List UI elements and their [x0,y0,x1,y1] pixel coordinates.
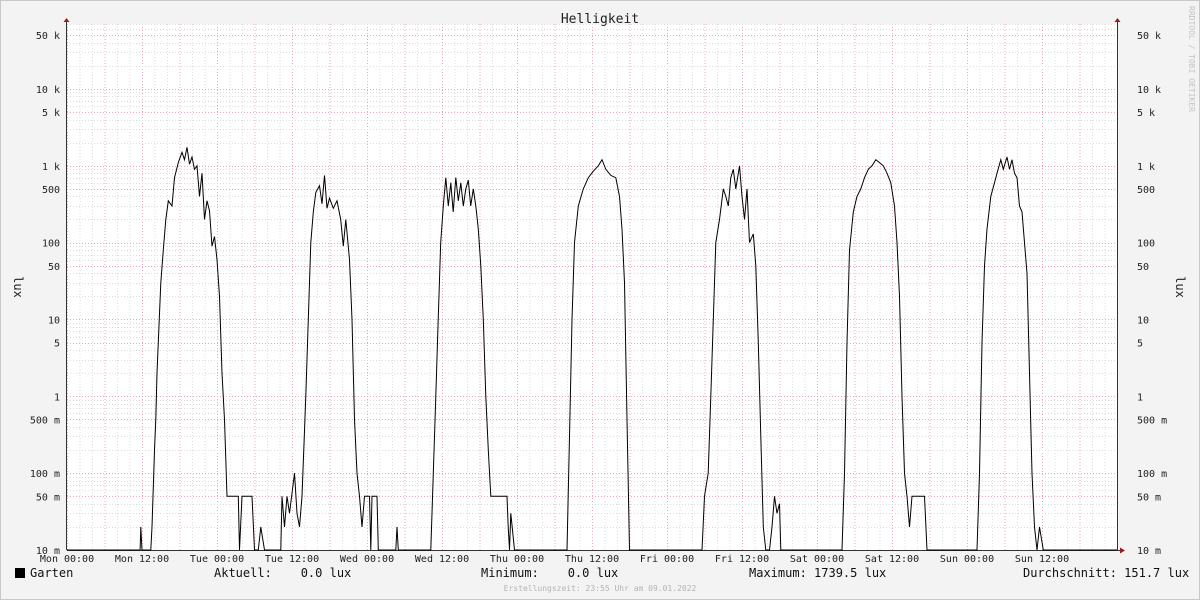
y-tick-label: 100 [1137,239,1155,250]
y-tick-label: 1 k [42,162,60,173]
stat-aktuell: Aktuell: 0.0 lux [214,566,352,580]
brightness-chart: 50 k 10 k 5 k 1 k 500 100 50 10 5 1 500 m 100 m 50 m… [0,0,1200,600]
y-tick-label: 5 k [42,108,60,119]
x-tick-label: Mon 12:00 [115,554,169,565]
y-tick-label: 100 [42,239,60,250]
x-tick-label: Thu 12:00 [565,554,619,565]
legend-item-garten: Garten [15,566,73,580]
stat-minimum: Minimum: 0.0 lux [481,566,619,580]
x-tick-label: Sun 12:00 [1015,554,1069,565]
y-tick-label: 1 [1137,392,1143,403]
y-tick-label: 10 k [36,85,60,96]
y-tick-label: 500 [1137,185,1155,196]
x-tick-label: Wed 00:00 [340,554,394,565]
y-tick-label: 100 m [1137,469,1167,480]
y-tick-label: 10 m [1137,546,1161,557]
y-tick-label: 50 k [1137,31,1161,42]
x-tick-label: Sun 00:00 [940,554,994,565]
x-tick-label: Mon 00:00 [40,554,94,565]
rrdtool-watermark: RRDTOOL / TOBI OETIKER [1187,6,1196,112]
y-tick-label: 10 [1137,315,1149,326]
creation-time: Erstellungszeit: 23:55 Uhr am 09.01.2022 [503,584,697,593]
y-tick-label: 1 k [1137,162,1155,173]
x-tick-label: Tue 12:00 [265,554,319,565]
y-axis-label-right: lux [1173,276,1187,298]
y-tick-label: 100 m [30,469,60,480]
y-tick-label: 50 m [1137,492,1161,503]
stat-maximum: Maximum: 1739.5 lux [749,566,887,580]
y-tick-label: 5 k [1137,108,1155,119]
x-tick-label: Tue 00:00 [190,554,244,565]
x-tick-label: Fri 00:00 [640,554,694,565]
y-tick-label: 50 [1137,262,1149,273]
y-tick-label: 10 [48,315,60,326]
y-tick-label: 5 [54,339,60,350]
x-tick-label: Wed 12:00 [415,554,469,565]
y-axis-label-left: lux [11,276,25,298]
y-tick-label: 10 k [1137,85,1161,96]
x-tick-label: Sat 12:00 [865,554,919,565]
stat-durchschnitt: Durchschnitt: 151.7 lux [1023,566,1190,580]
legend-swatch [15,568,25,578]
y-tick-label: 1 [54,392,60,403]
x-tick-label: Fri 12:00 [715,554,769,565]
x-tick-label: Thu 00:00 [490,554,544,565]
y-tick-label: 500 [42,185,60,196]
chart-title: Helligkeit [561,12,639,27]
y-tick-label: 50 m [36,492,60,503]
x-tick-label: Sat 00:00 [790,554,844,565]
y-tick-label: 500 m [30,415,60,426]
y-tick-label: 5 [1137,339,1143,350]
y-tick-label: 50 [48,262,60,273]
legend-label: Garten [30,566,74,580]
y-tick-label: 50 k [36,31,60,42]
y-tick-label: 500 m [1137,415,1167,426]
